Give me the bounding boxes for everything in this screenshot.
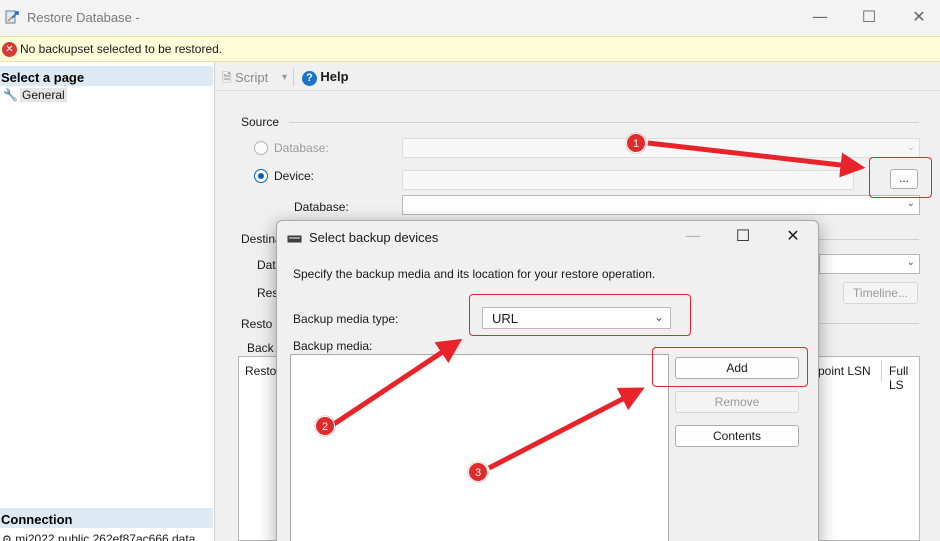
annotation-arrows [332,140,866,471]
annotation-arrow-1 [647,140,866,178]
annotation-badge-1: 1 [626,133,646,153]
annotation-arrow-3 [487,387,645,471]
annotation-arrow-2 [332,338,463,427]
annotation-badge-2: 2 [315,416,335,436]
annotation-badge-3: 3 [468,462,488,482]
